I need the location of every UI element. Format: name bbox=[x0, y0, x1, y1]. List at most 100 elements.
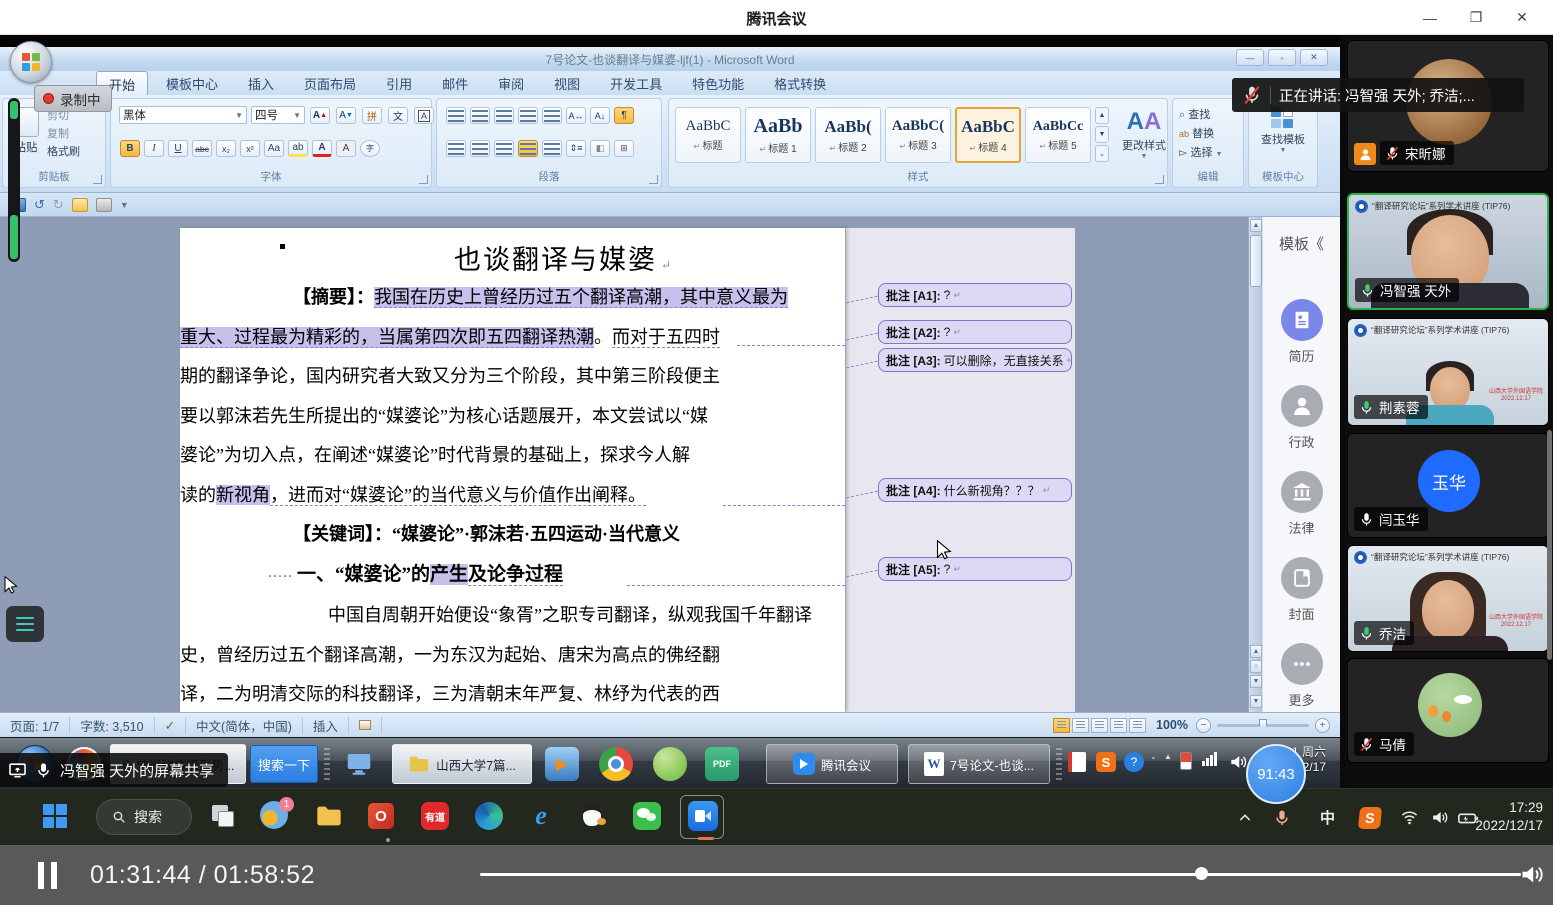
document-area[interactable]: 也谈翻译与媒婆 【摘要】：我国在历史上曾经历过五个翻译高潮，其中意义最为 重大、… bbox=[0, 217, 1340, 712]
change-styles-button[interactable]: AA 更改样式 ▼ bbox=[1113, 107, 1175, 163]
styles-dialog-launcher[interactable] bbox=[1155, 175, 1164, 184]
underline-button[interactable]: U bbox=[168, 140, 188, 157]
template-cover[interactable]: 封面 bbox=[1263, 557, 1340, 623]
participant-tile-yanyuhua[interactable]: 玉华 闫玉华 bbox=[1347, 433, 1549, 538]
zoom-level[interactable]: 100% bbox=[1156, 718, 1188, 732]
close-button[interactable]: ✕ bbox=[1499, 0, 1545, 35]
comment-a4[interactable]: 批注 [A4]:什么新视角？？？ bbox=[878, 478, 1072, 502]
tray-expand-icon[interactable]: ⌄ bbox=[1150, 752, 1157, 761]
zoom-in-icon[interactable]: + bbox=[1315, 718, 1330, 733]
desktop-icon[interactable] bbox=[336, 744, 382, 784]
template-law[interactable]: 法律 bbox=[1263, 471, 1340, 537]
styles-gallery-expand[interactable]: ⌄ bbox=[1095, 145, 1109, 162]
tab-developer[interactable]: 开发工具 bbox=[598, 71, 674, 95]
justify-icon[interactable] bbox=[518, 140, 538, 157]
template-more[interactable]: 更多 bbox=[1263, 643, 1340, 709]
find-template-button[interactable]: 查找模板 ▼ bbox=[1249, 106, 1317, 154]
fullscreen-view-icon[interactable] bbox=[1072, 718, 1089, 733]
office-button-taskbar[interactable]: O bbox=[364, 799, 398, 833]
template-administrative[interactable]: 行政 bbox=[1263, 385, 1340, 451]
insert-mode[interactable]: 插入 bbox=[303, 717, 349, 734]
browse-previous-icon[interactable]: ▲ bbox=[1250, 645, 1262, 658]
styles-scroll-up[interactable]: ▲ bbox=[1095, 107, 1109, 124]
volume-icon[interactable] bbox=[1430, 789, 1449, 846]
wifi-icon[interactable] bbox=[1400, 789, 1419, 846]
tab-template-center[interactable]: 模板中心 bbox=[154, 71, 230, 95]
green-app-icon[interactable] bbox=[650, 744, 690, 784]
folder-task-button[interactable]: 山西大学7篇... bbox=[392, 744, 532, 784]
grow-font-button[interactable]: A▲ bbox=[310, 107, 330, 124]
office-button[interactable] bbox=[10, 41, 52, 83]
font-color-button[interactable]: A bbox=[312, 140, 332, 157]
panel-scrollbar[interactable] bbox=[1547, 430, 1552, 660]
progress-track[interactable] bbox=[480, 873, 1521, 876]
borders-icon[interactable]: ⊞ bbox=[614, 140, 634, 157]
find-button[interactable]: ⌕ 查找 bbox=[1179, 106, 1223, 125]
maximize-button[interactable]: ❐ bbox=[1453, 0, 1499, 35]
zoom-slider-thumb[interactable] bbox=[1259, 719, 1267, 731]
word-minimize-button[interactable]: — bbox=[1236, 49, 1264, 66]
pdf-app-icon[interactable]: PDF bbox=[702, 744, 742, 784]
char-shading-button[interactable]: A bbox=[336, 140, 356, 157]
template-resume[interactable]: 简历 bbox=[1263, 299, 1340, 365]
style-heading2[interactable]: AaBb(标题 2 bbox=[815, 107, 881, 163]
web-layout-view-icon[interactable] bbox=[1091, 718, 1108, 733]
comment-a5[interactable]: 批注 [A5]:? bbox=[878, 557, 1072, 581]
copy-button[interactable]: 复制 bbox=[47, 125, 80, 143]
change-case-button[interactable]: Aa bbox=[264, 140, 284, 157]
font-dialog-launcher[interactable] bbox=[419, 175, 428, 184]
chrome-icon[interactable] bbox=[596, 744, 636, 784]
text-highlight-button[interactable]: ab bbox=[288, 140, 308, 157]
document-page[interactable]: 也谈翻译与媒婆 【摘要】：我国在历史上曾经历过五个翻译高潮，其中意义最为 重大、… bbox=[180, 228, 845, 712]
player-volume-icon[interactable] bbox=[1518, 861, 1545, 893]
participant-tile-jingsurong[interactable]: “翻译研究论坛”系列学术讲座 (TIP76) 山西大学外国语学院 2022.12… bbox=[1347, 318, 1549, 426]
enclose-char-button[interactable]: 字 bbox=[360, 140, 380, 157]
task-view-button[interactable] bbox=[206, 799, 240, 833]
edge-button[interactable] bbox=[472, 799, 506, 833]
word-maximize-button[interactable]: ▫ bbox=[1268, 49, 1296, 66]
comment-a1[interactable]: 批注 [A1]:? bbox=[878, 283, 1072, 307]
tab-references[interactable]: 引用 bbox=[374, 71, 424, 95]
meeting-task-button[interactable]: 腾讯会议 bbox=[766, 744, 898, 784]
style-title[interactable]: AaBbC标题 bbox=[675, 107, 741, 163]
superscript-button[interactable]: x² bbox=[240, 140, 260, 157]
win11-start-button[interactable] bbox=[38, 799, 72, 833]
print-preview-icon[interactable] bbox=[96, 198, 112, 212]
style-heading1[interactable]: AaBb标题 1 bbox=[745, 107, 811, 163]
tray-network-icon[interactable] bbox=[1202, 752, 1217, 766]
asian-layout-icon[interactable]: A↔ bbox=[566, 107, 586, 124]
browse-next-icon[interactable]: ▼ bbox=[1250, 675, 1262, 688]
language-indicator[interactable]: 中文(简体，中国) bbox=[186, 717, 303, 734]
draft-view-icon[interactable] bbox=[1129, 718, 1146, 733]
tab-page-layout[interactable]: 页面布局 bbox=[292, 71, 368, 95]
multilevel-list-icon[interactable] bbox=[494, 107, 514, 124]
participant-tile-fengzhiqiang[interactable]: “翻译研究论坛”系列学术讲座 (TIP76) 冯智强 天外 bbox=[1347, 193, 1549, 310]
meeting-timer[interactable]: 91:43 bbox=[1246, 744, 1306, 804]
widgets-button[interactable]: 1 bbox=[258, 799, 292, 833]
tray-chevron[interactable] bbox=[1237, 789, 1253, 846]
open-icon[interactable] bbox=[72, 198, 88, 212]
char-case-button[interactable]: 文 bbox=[388, 107, 408, 124]
strikethrough-button[interactable]: abc bbox=[192, 140, 212, 157]
pinyin-guide-button[interactable]: 拼 bbox=[362, 107, 382, 124]
decrease-indent-icon[interactable] bbox=[518, 107, 538, 124]
help-tray-icon[interactable]: ? bbox=[1124, 752, 1144, 772]
paragraph-dialog-launcher[interactable] bbox=[649, 175, 658, 184]
media-player-icon[interactable]: ▶ bbox=[542, 744, 582, 784]
system-clock[interactable]: 17:29 2022/12/17 bbox=[1475, 799, 1543, 835]
outline-view-icon[interactable] bbox=[1110, 718, 1127, 733]
youdao-button[interactable]: 有道 bbox=[418, 799, 452, 833]
styles-scroll-down[interactable]: ▼ bbox=[1095, 126, 1109, 143]
style-heading5[interactable]: AaBbCc标题 5 bbox=[1025, 107, 1091, 163]
customize-quickbar-icon[interactable]: ▼ bbox=[120, 200, 129, 210]
pause-button[interactable] bbox=[38, 862, 57, 889]
sort-button[interactable]: A↓ bbox=[590, 107, 610, 124]
font-name-combo[interactable]: 黑体▼ bbox=[119, 106, 247, 124]
qq-button[interactable] bbox=[576, 799, 610, 833]
select-button[interactable]: ▻ 选择 ▼ bbox=[1179, 144, 1223, 164]
wechat-button[interactable] bbox=[630, 799, 664, 833]
document-scrollbar[interactable]: ▲ ▲ ○ ▼ ▼ bbox=[1248, 217, 1262, 712]
tray-notes-icon[interactable] bbox=[1068, 752, 1086, 772]
progress-thumb[interactable] bbox=[1195, 867, 1208, 880]
line-spacing-icon[interactable]: ⇕≡ bbox=[566, 140, 586, 157]
